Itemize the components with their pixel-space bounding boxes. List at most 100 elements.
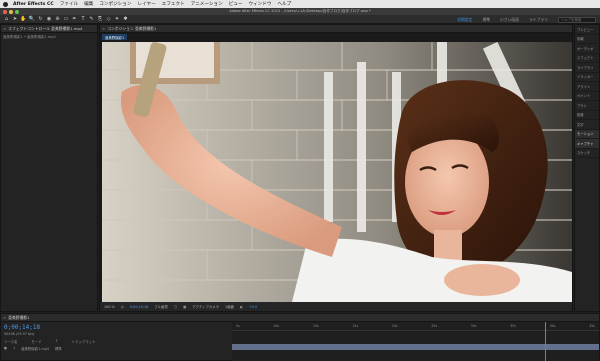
timeline-columns: ソース名 モード T トラックマット	[4, 339, 95, 344]
exposure-icon[interactable]: ◐	[240, 305, 243, 309]
workspace-tab-small-screen[interactable]: 小さい画面	[500, 17, 519, 23]
eraser-tool-icon[interactable]: ◇	[105, 16, 112, 23]
menu-view[interactable]: ビュー	[229, 1, 243, 7]
ruler-tick: 0s	[236, 324, 240, 328]
panel-brushes[interactable]: ブラシ	[575, 101, 599, 111]
home-icon[interactable]: ⌂	[3, 16, 10, 23]
view-layout-dropdown[interactable]: 1画面	[225, 304, 234, 309]
panel-effects[interactable]: エフェクト	[575, 54, 599, 63]
menu-effect[interactable]: エフェクト	[162, 1, 185, 7]
composition-tab[interactable]: × コンポジション 亜美野撮影1	[100, 25, 572, 33]
menu-file[interactable]: ファイル	[60, 1, 78, 7]
timeline-tab-label: 亜美野撮影1	[8, 314, 30, 320]
ruler-tick: 15s	[352, 324, 359, 328]
panel-paint[interactable]: ペイント	[575, 92, 599, 101]
panel-audio[interactable]: オーディオ	[575, 44, 599, 54]
magnification-dropdown[interactable]: 100 %	[104, 305, 115, 309]
selection-tool-icon[interactable]: ➤	[12, 16, 19, 23]
brush-tool-icon[interactable]: ✎	[88, 16, 95, 23]
composition-viewer[interactable]	[102, 42, 572, 302]
composition-tab-label: コンポジション 亜美野撮影1	[107, 25, 157, 31]
type-tool-icon[interactable]: T	[80, 16, 87, 23]
right-panel-stack: プレビュー 情報 オーディオ エフェクト ライブラリ トラッカー アライン ペイ…	[574, 24, 600, 312]
ruler-tick: 05s	[273, 324, 280, 328]
column-source-name[interactable]: ソース名	[4, 339, 17, 344]
window-titlebar: Adobe After Effects CC 2015 - /Users/u-1…	[0, 8, 600, 15]
panel-info[interactable]: 情報	[575, 35, 599, 44]
panel-close-icon[interactable]: ×	[102, 26, 105, 31]
menu-window[interactable]: ウィンドウ	[248, 1, 271, 7]
camera-view-dropdown[interactable]: アクティブカメラ	[192, 304, 219, 309]
layer-name[interactable]: 亜美野撮影1.mp4	[21, 346, 49, 351]
current-time-display[interactable]: 0;00;14;18	[130, 305, 149, 309]
panel-paragraph[interactable]: 段落	[575, 111, 599, 120]
panel-capture[interactable]: キャプチャ	[575, 139, 599, 149]
workspace-tab-libraries[interactable]: ライブラリ	[529, 17, 548, 23]
help-search-input[interactable]: ヘルプを検索	[558, 16, 596, 23]
transparency-grid-icon[interactable]: ▦	[183, 305, 186, 309]
time-ruler[interactable]: 0s 05s 10s 15s 20s 25s 30s 35s 40s 45s	[232, 322, 599, 331]
layer-duration-bar[interactable]	[232, 344, 599, 350]
rotate-tool-icon[interactable]: ↻	[37, 16, 44, 23]
timeline-tab[interactable]: × 亜美野撮影1	[1, 314, 599, 322]
panel-libraries[interactable]: ライブラリ	[575, 63, 599, 73]
ruler-tick: 40s	[549, 324, 556, 328]
column-t[interactable]: T	[56, 339, 58, 344]
menu-edit[interactable]: 編集	[84, 1, 93, 7]
timeline-graph-area[interactable]: 0s 05s 10s 15s 20s 25s 30s 35s 40s 45s	[232, 322, 599, 361]
panel-preview[interactable]: プレビュー	[575, 25, 599, 35]
pen-tool-icon[interactable]: ✒	[71, 16, 78, 23]
panel-sketch[interactable]: スケッチ	[575, 149, 599, 158]
roto-brush-tool-icon[interactable]: ✦	[114, 16, 121, 23]
workspace-tab-default[interactable]: 初期設定	[457, 17, 472, 23]
panel-align[interactable]: アライン	[575, 82, 599, 92]
app-menu[interactable]: After Effects CC	[13, 2, 54, 7]
ruler-tick: 25s	[431, 324, 438, 328]
column-mode[interactable]: モード	[31, 339, 41, 344]
clone-stamp-tool-icon[interactable]: ⎘	[97, 16, 104, 23]
workspace-tabs: 初期設定 標準 小さい画面 ライブラリ ヘルプを検索	[457, 15, 596, 24]
composition-footer: 100 % ◎ 0;00;14;18 フル画質 ▢ ▦ アクティブカメラ 1画面…	[100, 302, 572, 311]
panel-close-icon[interactable]: ×	[3, 26, 6, 31]
composition-sub-tab[interactable]: 亜美野撮影1	[102, 34, 128, 40]
panel-tracker[interactable]: トラッカー	[575, 73, 599, 82]
region-of-interest-icon[interactable]: ▢	[174, 305, 177, 309]
frame-info: 00438 (29.97 fps)	[4, 332, 35, 336]
panel-close-icon[interactable]: ×	[3, 315, 6, 320]
workspace-tab-standard[interactable]: 標準	[482, 17, 490, 23]
tools-bar: ⌂ ➤ ✋ 🔍 ↻ ◉ ⊕ ▭ ✒ T ✎ ⎘ ◇ ✦ ✱ 初期設定 標準 小さ…	[0, 15, 600, 24]
pan-behind-tool-icon[interactable]: ⊕	[54, 16, 61, 23]
timeline-layer-area: 0;00;14;18 00438 (29.97 fps) ソース名 モード T …	[1, 322, 231, 361]
exposure-value[interactable]: +0.0	[249, 305, 257, 309]
menu-composition[interactable]: コンポジション	[99, 1, 131, 7]
effect-controls-panel: × エフェクトコントロール 亜美野撮影1.mp4 亜美野撮影1 • 亜美野撮影1…	[0, 24, 98, 312]
layer-mode[interactable]: 標準	[55, 346, 62, 351]
camera-tool-icon[interactable]: ◉	[46, 16, 53, 23]
resolution-dropdown[interactable]: フル画質	[154, 304, 168, 309]
menu-help[interactable]: ヘルプ	[277, 1, 291, 7]
snapshot-icon[interactable]: ◎	[121, 305, 124, 309]
zoom-tool-icon[interactable]: 🔍	[29, 16, 36, 23]
composition-panel: × コンポジション 亜美野撮影1 亜美野撮影1 100 % ◎ 0;00;14;…	[99, 24, 573, 312]
current-time-indicator[interactable]	[545, 322, 546, 361]
layer-row[interactable]: ● 1 亜美野撮影1.mp4 標準	[4, 346, 62, 351]
ruler-tick: 45s	[589, 324, 595, 328]
effect-controls-tab[interactable]: × エフェクトコントロール 亜美野撮影1.mp4	[1, 25, 97, 33]
eye-icon[interactable]: ●	[4, 346, 7, 351]
column-track-matte[interactable]: トラックマット	[72, 339, 96, 344]
menu-layer[interactable]: レイヤー	[137, 1, 155, 7]
footage-frame-image	[102, 42, 572, 302]
panel-character[interactable]: 文字	[575, 120, 599, 130]
apple-icon[interactable]	[3, 1, 8, 7]
rectangle-tool-icon[interactable]: ▭	[63, 16, 70, 23]
panel-motion[interactable]: モーション	[575, 129, 599, 139]
effect-controls-subtitle: 亜美野撮影1 • 亜美野撮影1.mp4	[3, 35, 56, 39]
hand-tool-icon[interactable]: ✋	[20, 16, 27, 23]
puppet-pin-tool-icon[interactable]: ✱	[122, 16, 129, 23]
timeline-panel: × 亜美野撮影1 0;00;14;18 00438 (29.97 fps) ソー…	[0, 313, 600, 361]
ruler-tick: 35s	[510, 324, 516, 328]
timeline-timecode[interactable]: 0;00;14;18	[4, 324, 40, 331]
ruler-tick: 20s	[391, 324, 398, 328]
menu-animation[interactable]: アニメーション	[191, 1, 223, 7]
effect-controls-tab-label: エフェクトコントロール 亜美野撮影1.mp4	[8, 25, 83, 31]
